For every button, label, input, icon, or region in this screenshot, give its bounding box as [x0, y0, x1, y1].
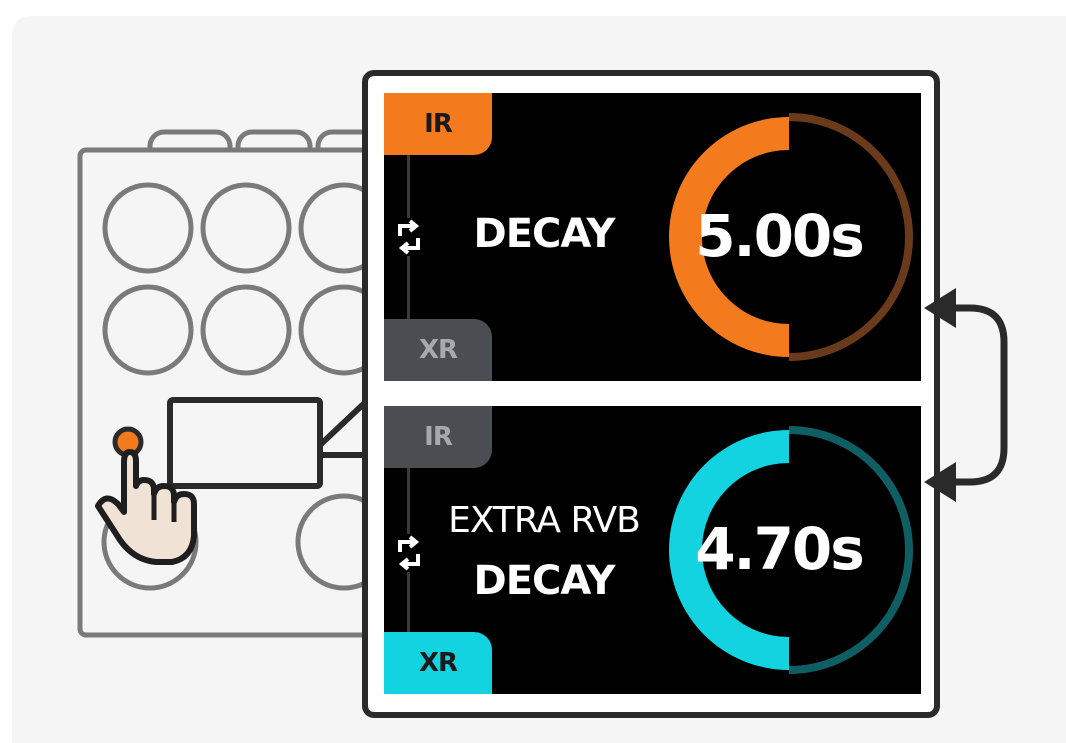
- led-indicator: [112, 426, 144, 458]
- param-label: DECAY: [473, 211, 616, 257]
- screen-xr-decay: IR EXTRA RVB DECAY 4.70s XR: [384, 406, 921, 694]
- swap-arrows-icon: [392, 218, 426, 256]
- param-value: 4.70s: [695, 515, 865, 583]
- tab-xr[interactable]: XR: [384, 319, 492, 381]
- tab-ir[interactable]: IR: [384, 93, 492, 155]
- screen-ir-decay: IR DECAY 5.00s XR: [384, 93, 921, 381]
- device-body: [77, 147, 383, 638]
- param-label-line-1: EXTRA RVB: [448, 500, 641, 541]
- device-mini-display: [167, 397, 323, 489]
- swap-arrows-icon: [392, 534, 426, 572]
- tab-ir[interactable]: IR: [384, 406, 492, 468]
- param-value: 5.00s: [695, 202, 865, 270]
- tab-xr[interactable]: XR: [384, 632, 492, 694]
- param-label-line-2: DECAY: [473, 558, 616, 604]
